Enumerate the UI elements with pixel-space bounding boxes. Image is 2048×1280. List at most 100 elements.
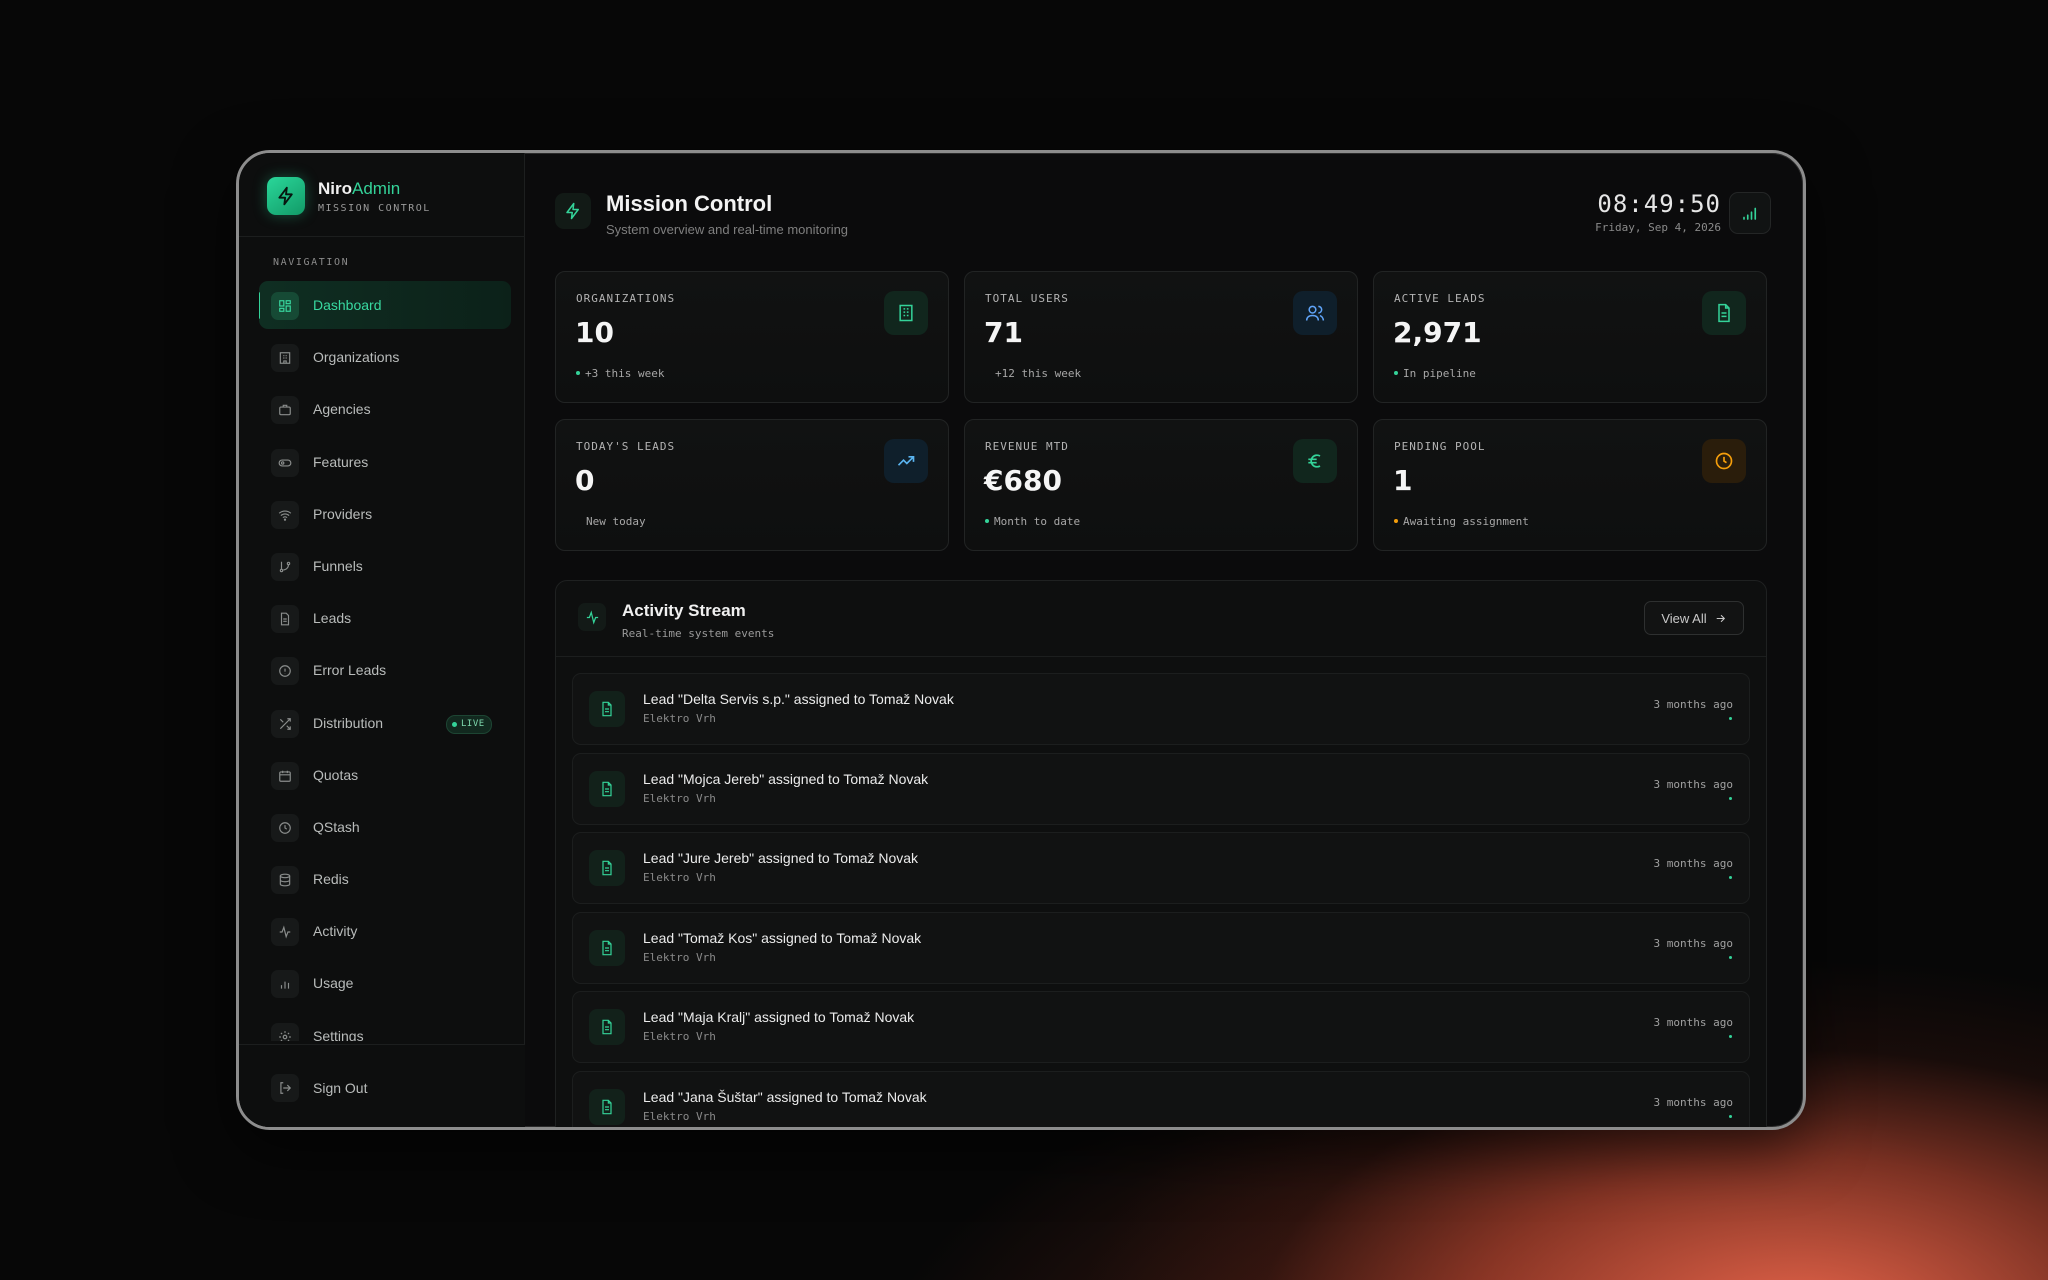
clock-date: Friday, Sep 4, 2026 [1595,221,1721,234]
brand[interactable]: NiroAdmin MISSION CONTROL [267,177,517,237]
event-item[interactable]: Lead "Jana Šuštar" assigned to Tomaž Nov… [572,1070,1750,1127]
status-dot [1729,876,1732,879]
sidebar-item-label: Activity [313,923,358,940]
sidebar-item-error-leads[interactable]: Error Leads [259,646,511,694]
stat-card-revenue-mtd[interactable]: REVENUE MTD €680 Month to date [964,419,1358,551]
document-icon [589,850,625,886]
building-icon [884,291,928,335]
status-dot [1729,955,1732,959]
event-org: Elektro Vrh [643,712,716,725]
building-icon [271,344,299,373]
sidebar-item-label: Organizations [313,349,400,366]
activity-icon [271,918,299,947]
bar-chart-icon [271,970,299,999]
sidebar-item-label: Features [313,453,369,470]
stat-card-organizations[interactable]: ORGANIZATIONS 10 +3 this week [555,271,949,403]
briefcase-icon [271,396,299,425]
document-icon [589,1009,625,1045]
sign-out-label: Sign Out [313,1080,368,1096]
sidebar-item-dashboard[interactable]: Dashboard [259,281,511,329]
page-subtitle: System overview and real-time monitoring [606,222,849,237]
users-icon [1293,291,1337,335]
stat-card-todays-leads[interactable]: TODAY'S LEADS 0 New today [555,419,949,551]
stat-card-total-users[interactable]: TOTAL USERS 71 +12 this week [964,271,1358,403]
main-content: Mission Control System overview and real… [525,153,1803,1127]
event-item[interactable]: Lead "Maja Kralj" assigned to Tomaž Nova… [572,991,1750,1063]
event-item[interactable]: Lead "Tomaž Kos" assigned to Tomaž Novak… [572,911,1750,984]
event-time: 3 months ago [1653,698,1733,711]
sidebar-item-label: Error Leads [313,662,387,679]
dashboard-icon [271,292,299,320]
sidebar-item-qstash[interactable]: QStash [259,803,511,851]
event-title: Lead "Delta Servis s.p." assigned to Tom… [643,691,954,707]
brand-subtitle: MISSION CONTROL [318,203,431,214]
view-all-label: View All [1661,610,1707,626]
bolt-icon [555,193,591,229]
sidebar-item-label: Settings [313,1027,364,1041]
event-item[interactable]: Lead "Mojca Jereb" assigned to Tomaž Nov… [572,752,1750,825]
status-dot [1729,1035,1732,1038]
stat-note: In pipeline [1394,367,1476,380]
sidebar-item-label: Providers [313,505,373,522]
event-time: 3 months ago [1653,1095,1733,1109]
event-time: 3 months ago [1653,857,1733,870]
sidebar-item-providers[interactable]: Providers [259,490,511,538]
stat-value: 10 [575,316,614,349]
stat-label: TOTAL USERS [985,292,1069,305]
stat-note: New today [586,515,646,528]
stat-label: REVENUE MTD [985,440,1069,453]
sidebar-item-leads[interactable]: Leads [259,594,511,642]
document-icon [589,770,625,807]
event-item[interactable]: Lead "Jure Jereb" assigned to Tomaž Nova… [572,832,1750,904]
stat-label: ORGANIZATIONS [576,292,676,305]
sidebar-nav: Dashboard Organizations Agencies Feature… [259,281,511,1041]
sidebar-item-label: Redis [313,871,349,888]
divider [556,656,1766,657]
sidebar-item-quotas[interactable]: Quotas [259,751,511,799]
sign-out-button[interactable]: Sign Out [271,1071,501,1105]
sidebar-item-organizations[interactable]: Organizations [259,333,511,381]
event-time: 3 months ago [1653,777,1733,791]
sidebar-footer: Sign Out [239,1044,525,1127]
stat-card-active-leads[interactable]: ACTIVE LEADS 2,971 In pipeline [1373,271,1767,403]
sidebar-item-activity[interactable]: Activity [259,907,511,955]
sidebar-item-usage[interactable]: Usage [259,959,511,1007]
event-title: Lead "Jure Jereb" assigned to Tomaž Nova… [643,850,919,866]
stat-note: +12 this week [995,367,1082,380]
trending-up-icon [884,439,928,483]
event-item[interactable]: Lead "Delta Servis s.p." assigned to Tom… [572,673,1750,745]
shuffle-icon [271,709,299,738]
document-icon [589,929,625,966]
stat-value: €680 [984,464,1062,497]
stat-label: PENDING POOL [1394,440,1486,453]
alert-circle-icon [271,657,299,686]
clock-icon [271,813,299,842]
sidebar-item-label: QStash [313,818,360,835]
stat-card-pending-pool[interactable]: PENDING POOL 1 Awaiting assignment [1373,419,1767,551]
nav-section-title: NAVIGATION [273,257,350,268]
event-list: Lead "Delta Servis s.p." assigned to Tom… [572,673,1750,1127]
gear-icon [271,1022,299,1041]
document-icon [271,605,299,634]
sidebar-item-redis[interactable]: Redis [259,855,511,903]
signal-status-button[interactable] [1729,192,1771,234]
live-badge: LIVE [446,714,492,734]
sidebar-item-features[interactable]: Features [259,438,511,486]
sidebar-item-agencies[interactable]: Agencies [259,385,511,433]
event-title: Lead "Tomaž Kos" assigned to Tomaž Novak [643,929,922,946]
sidebar-item-settings[interactable]: Settings [259,1012,511,1041]
sidebar-item-funnels[interactable]: Funnels [259,542,511,590]
status-dot [1729,796,1732,800]
sidebar-item-label: Leads [313,610,352,627]
euro-icon [1293,439,1337,483]
stat-label: ACTIVE LEADS [1394,292,1486,305]
stat-note: Month to date [985,515,1080,528]
sidebar-item-distribution[interactable]: Distribution LIVE [259,699,511,747]
sidebar-item-label: Agencies [313,401,371,418]
database-icon [271,866,299,895]
sidebar: NiroAdmin MISSION CONTROL NAVIGATION Das… [239,153,525,1127]
toggle-icon [271,448,299,477]
status-dot [1729,1114,1732,1118]
view-all-button[interactable]: View All [1644,601,1744,635]
stat-value: 1 [1393,464,1413,497]
